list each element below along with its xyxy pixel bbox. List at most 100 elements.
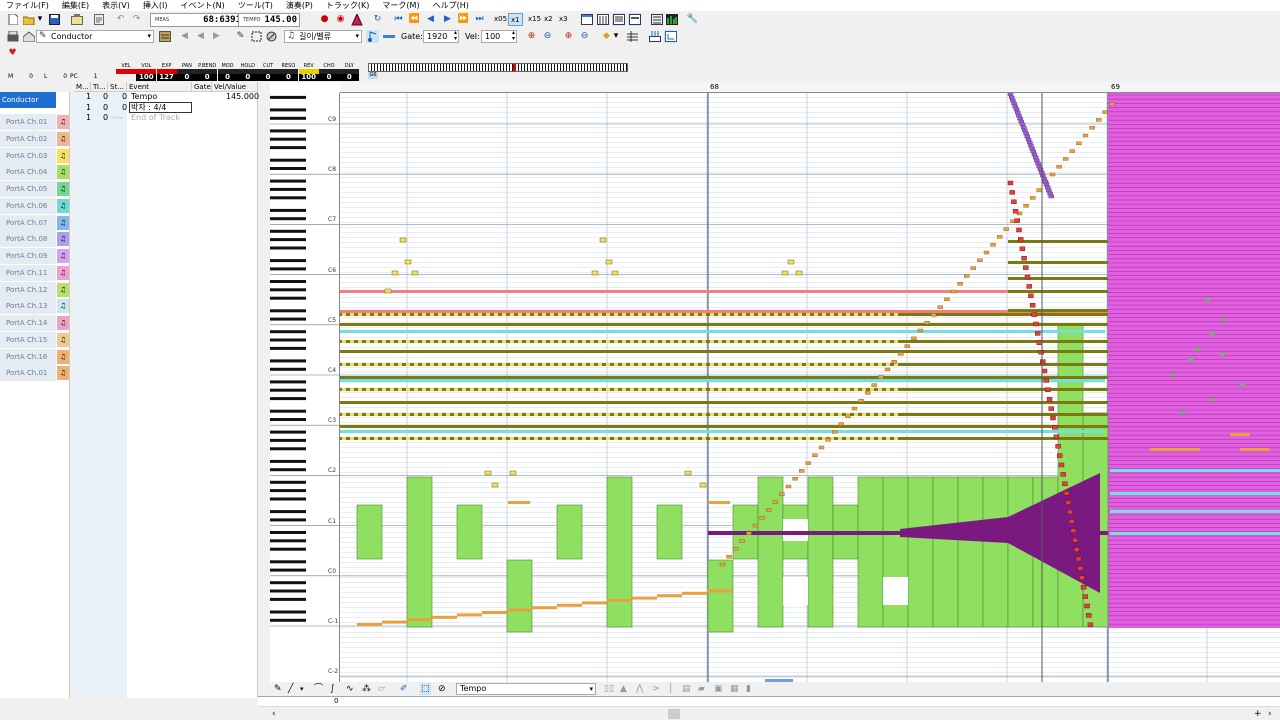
track-instrument-icon[interactable]: ♫ [57,282,69,297]
track-settings-icon[interactable] [158,30,171,43]
list-view-icon[interactable] [650,13,663,26]
go-start-icon[interactable]: ⏮ [392,13,405,26]
track-printer-icon[interactable] [6,30,19,43]
document-icon[interactable] [92,13,105,26]
track-row[interactable]: PortA Ch.02 ♫ [0,130,70,147]
mixer-pbend-column[interactable]: P.BEND 0 [197,63,218,81]
track-row[interactable]: PortA Ch.06 ♫ [0,197,70,214]
track-row[interactable]: PortA Ch.16 ♫ [0,348,70,365]
properties-icon[interactable] [70,13,83,26]
ctl-opt1-icon[interactable]: ▯▯ [604,683,614,695]
select-tool-icon[interactable] [250,30,263,43]
menu-play[interactable]: 演奏(P) [286,0,313,11]
pencil-tool-icon[interactable]: ✎ [234,30,247,43]
curve3-tool-icon[interactable]: ∿ [346,683,354,695]
note-canvas[interactable] [340,93,1280,682]
event-name[interactable]: End of Track [131,113,180,123]
metronome-icon[interactable] [350,13,363,26]
ctl-opt9-icon[interactable]: ▦ [730,683,739,695]
track-row[interactable]: PortA Ch.04 ♫ [0,164,70,181]
ctl-opt8-icon[interactable]: ▣ [714,683,723,695]
track-row[interactable]: PortA Ch.03 ♫ [0,147,70,164]
col-header-event[interactable]: Event [127,82,192,92]
track-instrument-icon[interactable]: ♫ [57,115,69,129]
level-meter-icon[interactable] [665,13,678,26]
mini-keyboard[interactable] [368,63,628,72]
step-back-icon[interactable]: ◀ [424,13,437,26]
track-row[interactable]: PortA Ch.01 ♫ [0,114,70,130]
curve-tool-icon[interactable]: ⌒ [314,683,323,695]
horizontal-scrollbar[interactable]: ‹ + › [258,706,1280,720]
ctl-opt2-icon[interactable]: ▲ [620,683,627,695]
chevron-down-icon[interactable]: ▾ [300,683,304,695]
next-mark-icon[interactable]: ▶ [210,30,223,43]
scroll-right-icon[interactable]: › [1268,707,1272,720]
open-folder-icon[interactable] [22,13,35,26]
zoom-out-h-icon[interactable]: ⊖ [578,30,591,43]
spin-arrows-icon[interactable]: ▴ ▾ [454,30,457,42]
speed-x2-button[interactable]: x2 [542,13,555,26]
staff-icon[interactable] [664,30,677,43]
measure-ruler[interactable]: 68 69 [340,82,1280,93]
track-instrument-icon[interactable]: ♫ [57,165,69,180]
controller-lane[interactable]: 0 [258,696,1280,706]
grid-icon[interactable] [626,30,639,43]
eraser-ctl-icon[interactable]: ⊘ [438,683,446,695]
scroll-thumb[interactable] [668,709,680,719]
prev-track-icon[interactable]: ◀ [178,30,191,43]
track-row[interactable]: Conductor [0,92,70,108]
mixer-mod-column[interactable]: MOD 0 [217,63,238,81]
mixer-vol-column[interactable]: VOL 100 [136,63,157,81]
mixer-pan-column[interactable]: PAN 0 [176,63,197,81]
ctl-opt7-icon[interactable]: ▰ [698,683,705,695]
record-step-icon[interactable]: ◉ [334,13,347,26]
ctl-opt3-icon[interactable]: ⋀ [636,683,643,695]
menu-tools[interactable]: ツール(T) [238,0,273,11]
zoom-out-v-icon[interactable]: ⊖ [541,30,554,43]
event-name[interactable]: 박자 : 4/4 [131,103,166,113]
controller-combo[interactable]: Tempo ▾ [456,683,596,695]
track-instrument-icon[interactable]: ♫ [57,198,69,213]
ctl-opt4-icon[interactable]: > [652,683,660,695]
mixer-hold-column[interactable]: HOLD 0 [237,63,258,81]
track-instrument-icon[interactable]: ♫ [57,232,69,247]
save-icon[interactable] [48,13,61,26]
col-header-value[interactable]: Vel/Value [212,82,258,92]
record-icon[interactable]: ● [318,13,331,26]
quantize-icon[interactable] [382,30,395,43]
ctl-opt5-icon[interactable]: │ [668,683,673,695]
play-icon[interactable]: ▶ [441,13,454,26]
event-step[interactable]: 0 [122,92,127,102]
mixer-cut-column[interactable]: CUT 0 [258,63,279,81]
track-row[interactable]: PortA Ch.01 ♫ [0,365,70,382]
col-header-gate[interactable]: Gate [192,82,212,92]
menu-file[interactable]: ファイル(F) [6,0,49,11]
undo-icon[interactable]: ↶ [114,13,127,26]
menu-track[interactable]: トラック(K) [326,0,370,11]
mixer-rev-column[interactable]: REV 100 [298,63,319,81]
menu-view[interactable]: 表示(V) [102,0,130,11]
redo-icon[interactable]: ↷ [130,13,143,26]
ctl-opt6-icon[interactable]: ▤ [682,683,691,695]
event-value[interactable]: 145.000 [226,92,259,102]
vel-input[interactable]: 100 ▴ ▾ [481,30,517,43]
mixer-dly-column[interactable]: DLY 0 [339,63,360,81]
edit-mode-combo[interactable]: ♫ 길이/벨류 ▾ [284,30,362,43]
event-step[interactable]: ---- [111,113,123,123]
event-name[interactable]: Tempo [131,92,157,102]
zoom-in-v-icon[interactable]: ⊕ [525,30,538,43]
select-ctl-icon[interactable]: ⬚ [420,683,431,695]
spin-arrows-icon[interactable]: ▴ ▾ [512,30,515,42]
view-window-icon[interactable] [580,13,593,26]
piano-icon[interactable] [648,30,661,43]
event-tick[interactable]: 0 [103,103,108,113]
speed-x15-button[interactable]: x15 [526,13,543,26]
chevron-down-icon[interactable]: ▾ [612,30,620,43]
piano-roll-view-icon[interactable] [596,13,609,26]
gate-input[interactable]: 1920 ▴ ▾ [423,30,459,43]
pencil-ctl-icon[interactable]: ✎ [274,683,282,695]
line-tool-icon[interactable]: ╱ [288,683,293,695]
track-row[interactable]: PortA Ch.11 ♫ [0,264,70,281]
new-file-icon[interactable] [6,13,19,26]
track-row[interactable]: PortA Ch.15 ♫ [0,331,70,348]
